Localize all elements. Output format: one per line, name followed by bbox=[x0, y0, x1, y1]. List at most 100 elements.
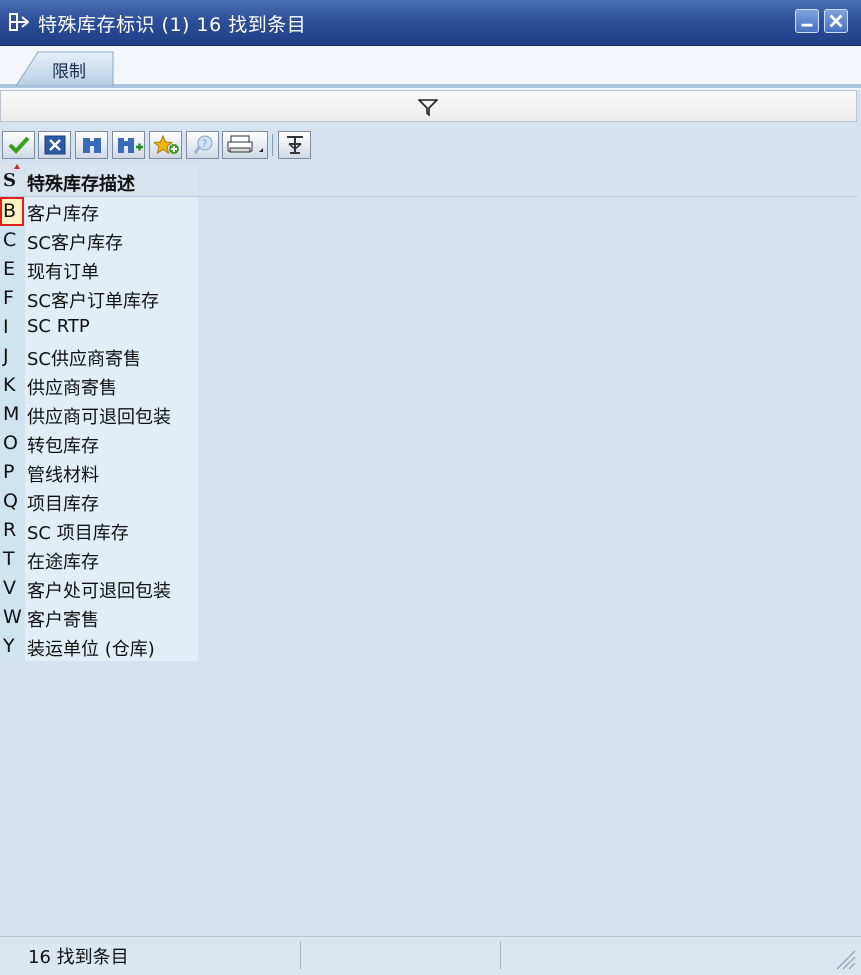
table-row[interactable]: Y 装运单位 (仓库) bbox=[0, 632, 198, 661]
row-key-cell[interactable]: T bbox=[0, 545, 24, 574]
resize-grip-icon[interactable] bbox=[831, 945, 857, 971]
row-desc-cell[interactable]: 客户寄售 bbox=[25, 603, 198, 632]
row-key: I bbox=[3, 316, 9, 338]
row-desc: 客户库存 bbox=[27, 204, 99, 225]
title-bar: 特殊库存标识 (1) 16 找到条目 bbox=[0, 0, 861, 46]
help-icon: ? bbox=[193, 135, 213, 154]
status-divider bbox=[500, 941, 501, 969]
row-desc-cell[interactable]: 供应商可退回包装 bbox=[25, 400, 198, 429]
close-button[interactable] bbox=[824, 9, 848, 33]
row-desc-cell[interactable]: 管线材料 bbox=[25, 458, 198, 487]
row-key-cell[interactable]: Y bbox=[0, 632, 24, 661]
row-key-cell[interactable]: E bbox=[0, 255, 24, 284]
minimize-button[interactable] bbox=[795, 9, 819, 33]
row-key: O bbox=[3, 432, 18, 454]
cancel-button[interactable] bbox=[38, 131, 71, 159]
filter-bar bbox=[0, 90, 857, 122]
table-row[interactable]: I SC RTP bbox=[0, 313, 198, 342]
row-desc-cell[interactable]: SC供应商寄售 bbox=[25, 342, 198, 371]
row-desc: 装运单位 (仓库) bbox=[27, 639, 155, 660]
row-desc: 管线材料 bbox=[27, 465, 99, 486]
table-row[interactable]: K 供应商寄售 bbox=[0, 371, 198, 400]
window-title: 特殊库存标识 (1) 16 找到条目 bbox=[38, 14, 307, 36]
filter-icon bbox=[287, 136, 303, 154]
row-desc: SC客户订单库存 bbox=[27, 291, 159, 312]
row-key-cell[interactable]: C bbox=[0, 226, 24, 255]
row-desc: 现有订单 bbox=[27, 262, 99, 283]
row-desc-cell[interactable]: 在途库存 bbox=[25, 545, 198, 574]
find-icon bbox=[83, 138, 101, 153]
table-row[interactable]: V 客户处可退回包装 bbox=[0, 574, 198, 603]
row-desc-cell[interactable]: 现有订单 bbox=[25, 255, 198, 284]
row-desc-cell[interactable]: SC RTP bbox=[25, 313, 198, 342]
row-desc-cell[interactable]: 客户库存 bbox=[25, 197, 198, 226]
print-icon bbox=[227, 135, 263, 153]
print-button[interactable] bbox=[222, 131, 268, 159]
row-key: Y bbox=[3, 635, 15, 657]
column-header-s-label: S bbox=[3, 170, 16, 191]
status-divider bbox=[300, 941, 301, 969]
filter-button[interactable] bbox=[278, 131, 311, 159]
add-favorite-icon bbox=[154, 135, 179, 155]
table-row[interactable]: O 转包库存 bbox=[0, 429, 198, 458]
row-key-cell[interactable]: R bbox=[0, 516, 24, 545]
tab-restrictions[interactable]: 限制 bbox=[16, 50, 114, 86]
row-key: P bbox=[3, 461, 15, 483]
table-row[interactable]: C SC客户库存 bbox=[0, 226, 198, 255]
row-desc: 在途库存 bbox=[27, 552, 99, 573]
table-row[interactable]: P 管线材料 bbox=[0, 458, 198, 487]
toolbar-separator bbox=[272, 134, 273, 156]
row-desc-cell[interactable]: 项目库存 bbox=[25, 487, 198, 516]
row-key-cell[interactable]: Q bbox=[0, 487, 24, 516]
row-key-cell[interactable]: J bbox=[0, 342, 24, 371]
row-key: Q bbox=[3, 490, 18, 512]
minimize-icon bbox=[801, 23, 813, 27]
row-key-cell[interactable]: O bbox=[0, 429, 24, 458]
svg-text:?: ? bbox=[202, 138, 208, 151]
column-header-s[interactable]: S bbox=[0, 165, 24, 195]
table-row[interactable]: W 客户寄售 bbox=[0, 603, 198, 632]
help-button[interactable]: ? bbox=[186, 131, 219, 159]
row-desc-cell[interactable]: 转包库存 bbox=[25, 429, 198, 458]
table-row[interactable]: B 客户库存 bbox=[0, 197, 198, 226]
table-row[interactable]: J SC供应商寄售 bbox=[0, 342, 198, 371]
close-icon bbox=[829, 14, 843, 28]
table-row[interactable]: M 供应商可退回包装 bbox=[0, 400, 198, 429]
row-desc-cell[interactable]: 供应商寄售 bbox=[25, 371, 198, 400]
row-desc: 项目库存 bbox=[27, 494, 99, 515]
row-desc-cell[interactable]: SC客户订单库存 bbox=[25, 284, 198, 313]
table-row[interactable]: E 现有订单 bbox=[0, 255, 198, 284]
find-next-button[interactable] bbox=[112, 131, 145, 159]
row-key: J bbox=[3, 345, 9, 367]
row-desc-cell[interactable]: 装运单位 (仓库) bbox=[25, 632, 198, 661]
row-key-cell[interactable]: F bbox=[0, 284, 24, 313]
status-message: 16 找到条目 bbox=[28, 947, 129, 968]
column-header-description[interactable]: 特殊库存描述 bbox=[25, 165, 197, 195]
table-row[interactable]: T 在途库存 bbox=[0, 545, 198, 574]
row-desc-cell[interactable]: SC 项目库存 bbox=[25, 516, 198, 545]
add-favorite-button[interactable] bbox=[149, 131, 182, 159]
table-row[interactable]: F SC客户订单库存 bbox=[0, 284, 198, 313]
confirm-button[interactable] bbox=[2, 131, 35, 159]
sort-ascending-icon bbox=[14, 164, 20, 169]
funnel-icon[interactable] bbox=[418, 98, 438, 116]
status-bar: 16 找到条目 bbox=[0, 936, 861, 975]
tab-label: 限制 bbox=[52, 62, 86, 82]
check-icon bbox=[8, 136, 30, 154]
find-button[interactable] bbox=[75, 131, 108, 159]
row-key-cell[interactable]: V bbox=[0, 574, 24, 603]
table-row[interactable]: R SC 项目库存 bbox=[0, 516, 198, 545]
row-key-cell[interactable]: W bbox=[0, 603, 24, 632]
row-key-cell[interactable]: K bbox=[0, 371, 24, 400]
row-key-cell[interactable]: B bbox=[0, 197, 24, 226]
row-key-cell[interactable]: P bbox=[0, 458, 24, 487]
row-desc-cell[interactable]: SC客户库存 bbox=[25, 226, 198, 255]
row-desc: 客户寄售 bbox=[27, 610, 99, 631]
window-menu-icon[interactable] bbox=[9, 13, 29, 31]
row-key-cell[interactable]: M bbox=[0, 400, 24, 429]
row-desc-cell[interactable]: 客户处可退回包装 bbox=[25, 574, 198, 603]
row-key: W bbox=[3, 606, 22, 628]
row-key: C bbox=[3, 229, 17, 251]
row-key-cell[interactable]: I bbox=[0, 313, 24, 342]
table-row[interactable]: Q 项目库存 bbox=[0, 487, 198, 516]
